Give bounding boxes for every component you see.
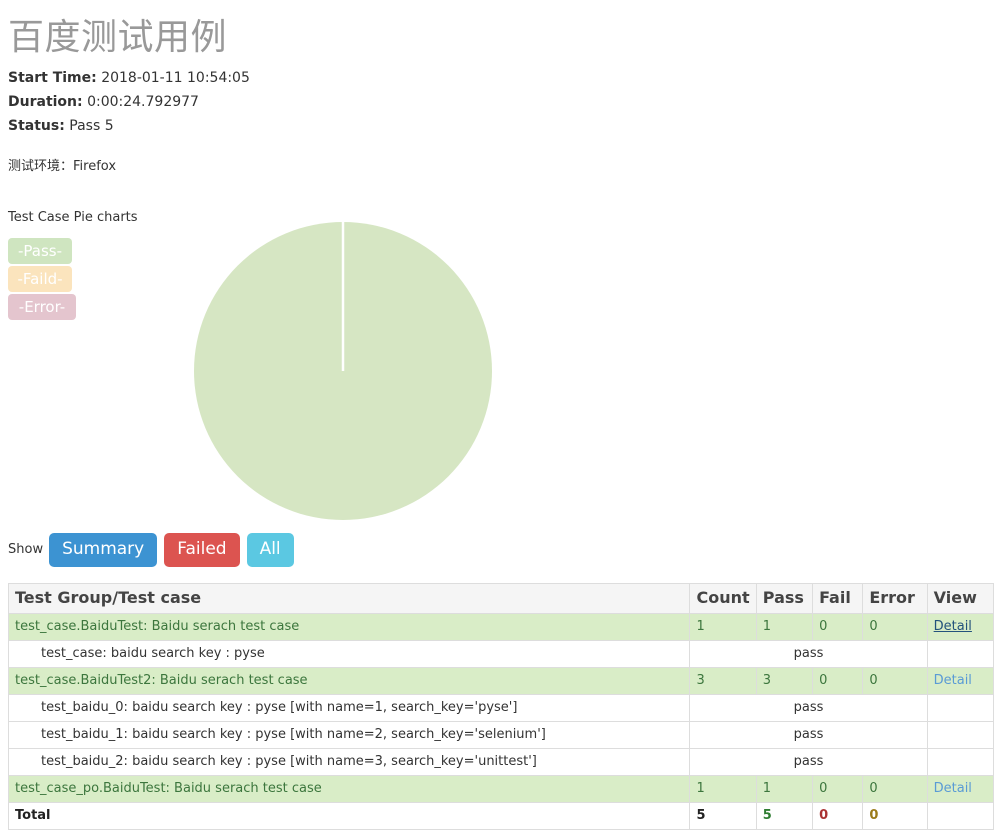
total-fail: 0 [812,801,864,830]
case-view-cell [926,693,995,722]
pie-chart-block: Test Case Pie charts -Pass- -Faild- -Err… [8,210,994,528]
detail-link[interactable]: Detail [934,673,972,688]
table-row: test_case: baidu search key : pyse pass [7,639,995,668]
header-fail: Fail [812,582,864,614]
page-title: 百度测试用例 [8,17,228,58]
duration-value: 0:00:24.792977 [87,93,199,110]
results-table-body: test_case.BaiduTest: Baidu serach test c… [7,612,995,803]
group-fail: 0 [812,612,864,641]
group-pass: 1 [755,612,814,641]
table-row: test_case.BaiduTest2: Baidu serach test … [7,666,995,695]
filter-all-button[interactable]: All [246,532,294,567]
group-name[interactable]: test_case.BaiduTest2: Baidu serach test … [7,666,691,695]
group-count: 3 [689,666,757,695]
results-table: Test Group/Test case Count Pass Fail Err… [7,582,995,830]
header-pass: Pass [755,582,814,614]
status-line: Status: Pass 5 [8,116,994,136]
filter-bar: Show Summary Failed All [8,532,994,568]
group-pass: 1 [755,774,814,803]
table-row: test_baidu_0: baidu search key : pyse [w… [7,693,995,722]
total-error: 0 [862,801,928,830]
group-view-cell: Detail [926,666,995,695]
pie-chart [193,221,493,521]
total-label: Total [7,801,691,830]
results-table-foot: Total 5 5 0 0 [7,801,995,830]
group-count: 1 [689,774,757,803]
header-error: Error [862,582,928,614]
case-name[interactable]: test_case: baidu search key : pyse [7,639,691,668]
detail-link[interactable]: Detail [934,619,972,634]
group-view-cell: Detail [926,612,995,641]
show-label: Show [8,542,44,558]
filter-summary-button[interactable]: Summary [49,532,158,567]
header-test-group: Test Group/Test case [7,582,691,614]
pie-chart-svg [194,221,492,520]
start-time-line: Start Time: 2018-01-11 10:54:05 [8,68,994,88]
group-name[interactable]: test_case_po.BaiduTest: Baidu serach tes… [7,774,691,803]
case-name[interactable]: test_baidu_1: baidu search key : pyse [w… [7,720,691,749]
case-view-cell [926,747,995,776]
group-fail: 0 [812,774,864,803]
environment-line: 测试环境：Firefox [8,158,117,174]
case-name[interactable]: test_baidu_2: baidu search key : pyse [w… [7,747,691,776]
start-time-value: 2018-01-11 10:54:05 [101,69,250,86]
legend-item-pass[interactable]: -Pass- [8,237,72,264]
chart-caption: Test Case Pie charts [8,209,138,225]
group-error: 0 [862,612,928,641]
duration-label: Duration: [8,93,83,110]
total-pass: 5 [755,801,814,830]
detail-link[interactable]: Detail [934,781,972,796]
filter-failed-button[interactable]: Failed [164,532,240,567]
table-row: test_baidu_1: baidu search key : pyse [w… [7,720,995,749]
header-view: View [926,582,995,614]
status-label: Status: [8,117,65,134]
legend-item-error[interactable]: -Error- [8,293,76,320]
table-header-row: Test Group/Test case Count Pass Fail Err… [7,582,995,614]
total-row: Total 5 5 0 0 [7,801,995,830]
report-page: 百度测试用例 Start Time: 2018-01-11 10:54:05 D… [0,18,1002,830]
legend-item-faild[interactable]: -Faild- [8,265,72,292]
duration-line: Duration: 0:00:24.792977 [8,92,994,112]
header-count: Count [689,582,757,614]
group-error: 0 [862,774,928,803]
case-status: pass [689,747,928,776]
case-name[interactable]: test_baidu_0: baidu search key : pyse [w… [7,693,691,722]
group-count: 1 [689,612,757,641]
group-error: 0 [862,666,928,695]
case-status: pass [689,693,928,722]
status-value: Pass 5 [69,117,114,134]
group-pass: 3 [755,666,814,695]
total-view [926,801,995,830]
total-count: 5 [689,801,757,830]
table-row: test_case_po.BaiduTest: Baidu serach tes… [7,774,995,803]
chart-legend: -Pass- -Faild- -Error- [8,237,80,322]
group-view-cell: Detail [926,774,995,803]
table-row: test_case.BaiduTest: Baidu serach test c… [7,612,995,641]
start-time-label: Start Time: [8,69,97,86]
group-name[interactable]: test_case.BaiduTest: Baidu serach test c… [7,612,691,641]
case-view-cell [926,639,995,668]
group-fail: 0 [812,666,864,695]
case-view-cell [926,720,995,749]
case-status: pass [689,720,928,749]
case-status: pass [689,639,928,668]
table-row: test_baidu_2: baidu search key : pyse [w… [7,747,995,776]
results-table-head: Test Group/Test case Count Pass Fail Err… [7,582,995,614]
